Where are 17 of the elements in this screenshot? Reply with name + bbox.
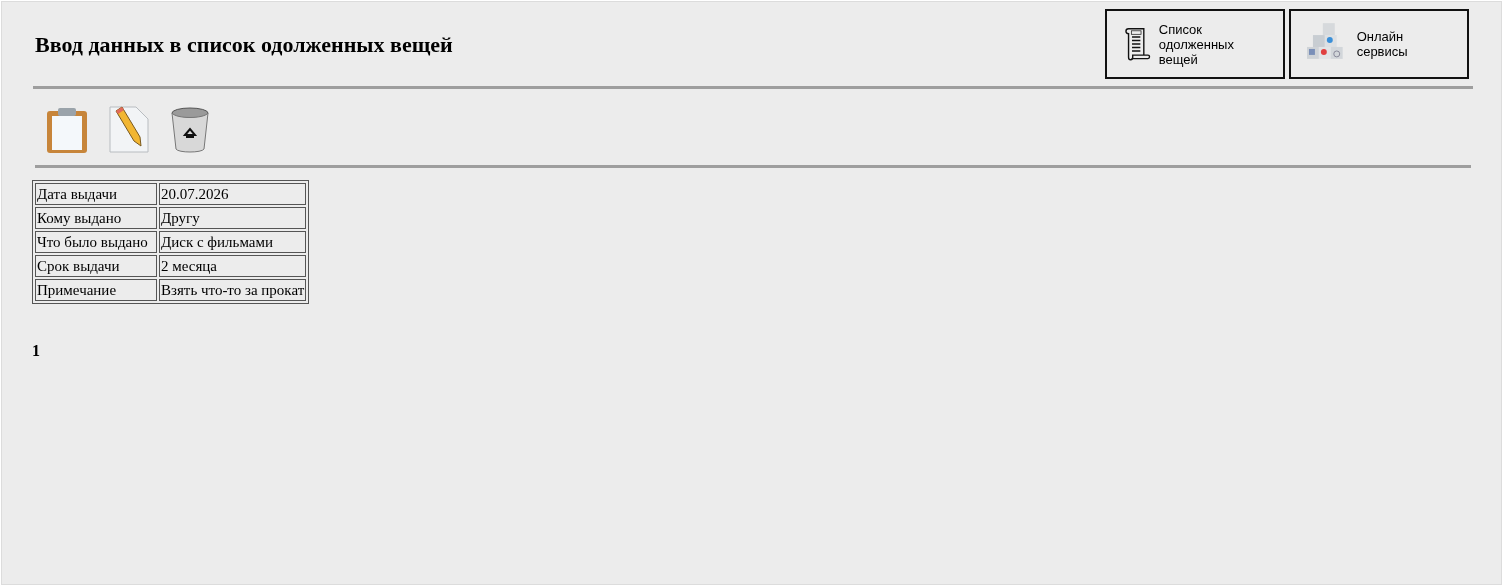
value-cell: 20.07.2026 xyxy=(159,183,307,205)
page-title: Ввод данных в список одолженных вещей xyxy=(35,31,454,58)
nav-button[interactable]: Список одолженных вещей xyxy=(1105,9,1285,79)
value-cell: 2 месяца xyxy=(159,255,307,277)
value-cell: Диск с фильмами xyxy=(159,231,307,253)
recycle-bin-icon[interactable] xyxy=(170,107,210,153)
field-label-cell: Что было выдано xyxy=(35,231,157,253)
field-label-cell: Срок выдачи xyxy=(35,255,157,277)
field-label-cell: Дата выдачи xyxy=(35,183,157,205)
page-number: 1 xyxy=(32,342,41,360)
pencil-document-icon[interactable] xyxy=(108,105,150,153)
clipboard-icon[interactable] xyxy=(46,107,88,153)
value-cell: Взять что-то за прокат xyxy=(159,279,307,301)
nav-button[interactable]: Онлайн сервисы xyxy=(1289,9,1469,79)
field-label-cell: Примечание xyxy=(35,279,157,301)
value-cell: Другу xyxy=(159,207,307,229)
field-label-cell: Кому выдано xyxy=(35,207,157,229)
